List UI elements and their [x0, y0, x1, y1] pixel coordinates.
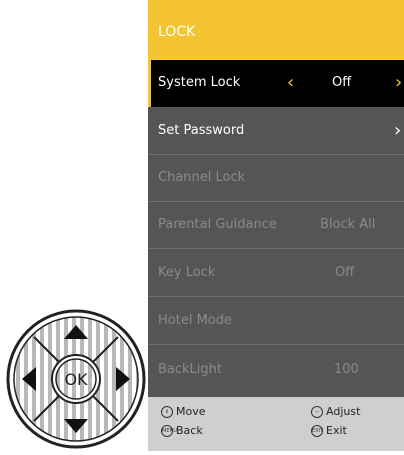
menu-item-value: Off	[332, 75, 352, 90]
lock-menu-panel: LOCK System Lock ‹ Off › Set Password › …	[148, 0, 404, 451]
hint-back: MENU Back	[161, 424, 203, 437]
move-icon: ⇕	[161, 405, 173, 418]
menu-item-parental-guidance[interactable]: Parental Guidance Block All	[148, 202, 404, 249]
remote-dpad-illustration: OK	[0, 300, 148, 451]
hint-adjust-label: Adjust	[326, 405, 361, 418]
hint-move: ⇕ Move	[161, 405, 206, 418]
chevron-right-icon: ›	[394, 120, 402, 141]
menu-item-value: 100	[334, 362, 359, 377]
hint-exit-label: Exit	[326, 424, 347, 437]
menu-item-label: Set Password	[158, 123, 245, 138]
menu-item-set-password[interactable]: Set Password ›	[148, 108, 404, 155]
hint-adjust: ‹› Adjust	[311, 405, 360, 418]
hint-back-label: Back	[176, 424, 203, 437]
menu-item-label: BackLight	[158, 362, 223, 377]
menu-item-value: Block All	[320, 217, 376, 232]
menu-item-hotel-mode[interactable]: Hotel Mode	[148, 298, 404, 345]
menu-footer-hints: ⇕ Move ‹› Adjust MENU Back EXIT Exit	[148, 397, 404, 451]
hint-exit: EXIT Exit	[311, 424, 347, 437]
hint-move-label: Move	[176, 405, 206, 418]
menu-item-value: Off	[335, 265, 355, 280]
menu-title: LOCK	[158, 24, 196, 40]
exit-button-icon: EXIT	[311, 424, 323, 437]
ok-label: OK	[64, 370, 88, 389]
menu-button-icon: MENU	[161, 424, 177, 437]
dpad-graphic: OK	[6, 309, 146, 449]
menu-item-label: System Lock	[158, 75, 241, 90]
menu-item-backlight[interactable]: BackLight 100	[148, 347, 404, 394]
menu-item-channel-lock[interactable]: Channel Lock	[148, 155, 404, 202]
chevron-left-icon[interactable]: ‹	[287, 72, 294, 93]
adjust-icon: ‹›	[311, 405, 323, 418]
menu-item-label: Parental Guidance	[158, 217, 277, 232]
menu-item-system-lock[interactable]: System Lock ‹ Off ›	[148, 60, 404, 107]
chevron-right-icon[interactable]: ›	[395, 72, 402, 93]
menu-item-label: Channel Lock	[158, 170, 246, 185]
menu-header: LOCK	[148, 0, 404, 60]
menu-item-label: Key Lock	[158, 265, 216, 280]
menu-item-key-lock[interactable]: Key Lock Off	[148, 250, 404, 297]
menu-item-label: Hotel Mode	[158, 313, 232, 328]
